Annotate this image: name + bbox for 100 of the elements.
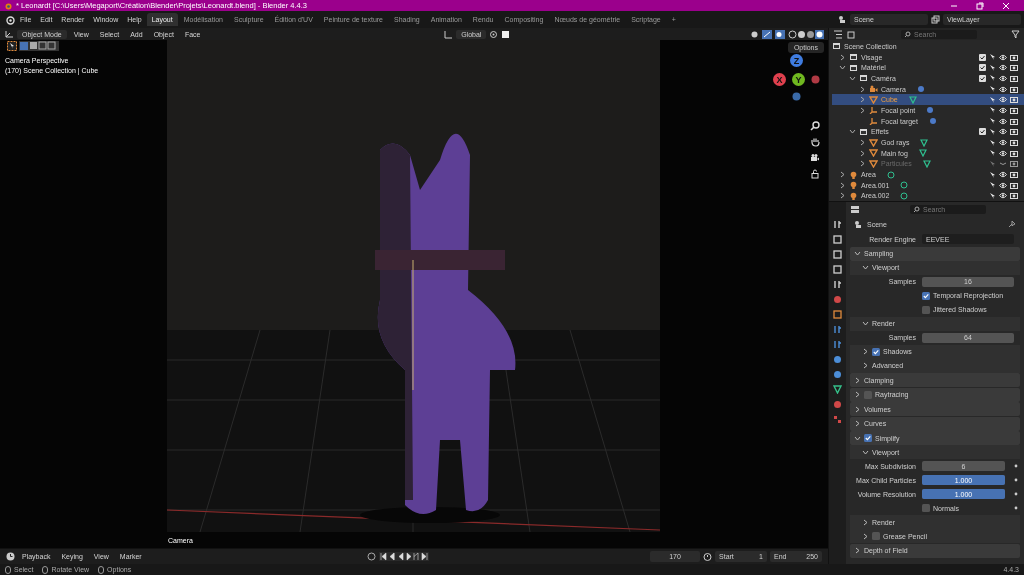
chevron-icon[interactable]	[862, 320, 869, 327]
keyframe-dot-icon[interactable]	[1014, 492, 1018, 496]
selection-mode-icons[interactable]	[19, 41, 59, 51]
axis-handle-icon[interactable]	[792, 92, 801, 101]
chevron-icon[interactable]	[862, 448, 869, 456]
chevron-icon[interactable]	[862, 362, 869, 369]
chevron-icon[interactable]	[862, 348, 869, 355]
bulb-icon	[849, 170, 858, 179]
record-icon[interactable]	[366, 552, 376, 561]
blender-logo-icon	[4, 1, 12, 10]
slider-fill[interactable]	[922, 475, 1005, 485]
checkbox[interactable]	[979, 128, 986, 136]
blender-logo-icon[interactable]	[5, 14, 15, 25]
keyframe-dot-icon[interactable]	[1014, 464, 1018, 468]
chevron-icon[interactable]	[839, 53, 846, 61]
axes-icon[interactable]	[4, 29, 14, 39]
pin-icon[interactable]	[1008, 220, 1016, 228]
eye-icon[interactable]	[999, 192, 1007, 200]
chevron-icon[interactable]	[854, 405, 861, 413]
chevron-icon[interactable]	[854, 391, 861, 398]
chevron-icon[interactable]	[862, 532, 869, 540]
list-icon[interactable]	[833, 29, 843, 39]
transform-icon[interactable]	[444, 29, 454, 39]
axes-icon	[869, 106, 878, 115]
checkbox[interactable]	[922, 305, 930, 314]
triangle-icon[interactable]	[833, 385, 842, 394]
eye-icon[interactable]	[999, 74, 1007, 82]
eye-icon[interactable]	[999, 85, 1007, 93]
camera-icon[interactable]	[810, 153, 820, 163]
chevron-icon[interactable]	[839, 64, 846, 72]
keyframe-dot-icon[interactable]	[1014, 506, 1018, 510]
checkbox[interactable]	[864, 434, 872, 442]
gizmo-toggle-icon[interactable]	[762, 29, 772, 39]
eye-icon[interactable]	[999, 117, 1007, 125]
chevron-icon[interactable]	[849, 74, 856, 82]
visibility-icon[interactable]	[750, 29, 759, 39]
checkbox[interactable]	[979, 74, 986, 82]
chevron-icon[interactable]	[839, 192, 846, 200]
chevron-icon[interactable]	[839, 181, 846, 189]
axis-handle-icon[interactable]	[811, 75, 820, 84]
stopwatch-icon[interactable]	[703, 552, 712, 561]
constraint-icon[interactable]	[916, 85, 925, 94]
checker-icon[interactable]	[833, 415, 842, 424]
chevron-icon[interactable]	[862, 264, 869, 271]
clock-icon[interactable]	[6, 552, 15, 561]
sphere-icon[interactable]	[833, 400, 842, 409]
close-icon[interactable]	[1002, 1, 1010, 10]
filter-icon[interactable]	[1011, 29, 1020, 39]
axes-icon	[869, 117, 878, 126]
restore-icon[interactable]	[976, 1, 984, 10]
eye-icon[interactable]	[999, 139, 1007, 147]
pivot-icon[interactable]	[489, 29, 499, 39]
checkbox[interactable]	[922, 504, 930, 512]
chevron-icon[interactable]	[859, 139, 866, 147]
shading-spheres-icon[interactable]	[788, 29, 824, 39]
chevron-icon[interactable]	[854, 547, 861, 554]
select-tool-icon[interactable]	[7, 41, 17, 51]
checkbox[interactable]	[979, 64, 986, 72]
mouse-icon	[98, 565, 105, 574]
lock-icon[interactable]	[810, 169, 820, 179]
eye-icon[interactable]	[999, 96, 1007, 104]
checkbox[interactable]	[872, 347, 880, 356]
chevron-icon[interactable]	[854, 376, 861, 384]
camera-icon	[869, 85, 878, 94]
checkbox[interactable]	[872, 532, 880, 540]
snap-icon[interactable]	[501, 29, 511, 39]
globe-icon[interactable]	[833, 295, 842, 304]
eye-icon[interactable]	[999, 149, 1007, 157]
search-icon	[904, 30, 911, 38]
hand-icon[interactable]	[810, 137, 820, 147]
playback-controls-icon[interactable]	[378, 552, 429, 561]
chevron-icon[interactable]	[854, 434, 861, 442]
eye-icon[interactable]	[999, 53, 1007, 61]
eye-icon[interactable]	[999, 106, 1007, 114]
chevron-icon[interactable]	[854, 250, 861, 257]
checkbox[interactable]	[922, 291, 930, 300]
chevron-icon[interactable]	[859, 96, 866, 104]
checkbox[interactable]	[979, 53, 986, 61]
eye-icon[interactable]	[999, 64, 1007, 72]
eye-icon[interactable]	[999, 171, 1007, 179]
editor-type-icon[interactable]	[850, 204, 860, 214]
checkbox[interactable]	[864, 390, 872, 399]
zoom-icon[interactable]	[810, 121, 820, 131]
eye-icon[interactable]	[999, 128, 1007, 136]
eye-icon[interactable]	[999, 181, 1007, 189]
chevron-icon[interactable]	[849, 128, 856, 136]
collection-icon	[859, 127, 868, 136]
chevron-icon[interactable]	[854, 420, 861, 427]
chevron-icon[interactable]	[862, 518, 869, 526]
triangle-icon	[869, 95, 878, 104]
square-icon[interactable]	[833, 310, 842, 319]
keyframe-dot-icon[interactable]	[1014, 478, 1018, 482]
layers-icon[interactable]	[931, 15, 940, 24]
chevron-icon[interactable]	[859, 106, 866, 114]
chevron-icon[interactable]	[859, 149, 866, 157]
triangle-icon[interactable]	[908, 95, 917, 104]
overlay-toggle-icon[interactable]	[775, 29, 785, 39]
slider-fill[interactable]	[922, 489, 1005, 499]
chevron-icon[interactable]	[839, 171, 846, 179]
chevron-icon[interactable]	[859, 85, 866, 93]
